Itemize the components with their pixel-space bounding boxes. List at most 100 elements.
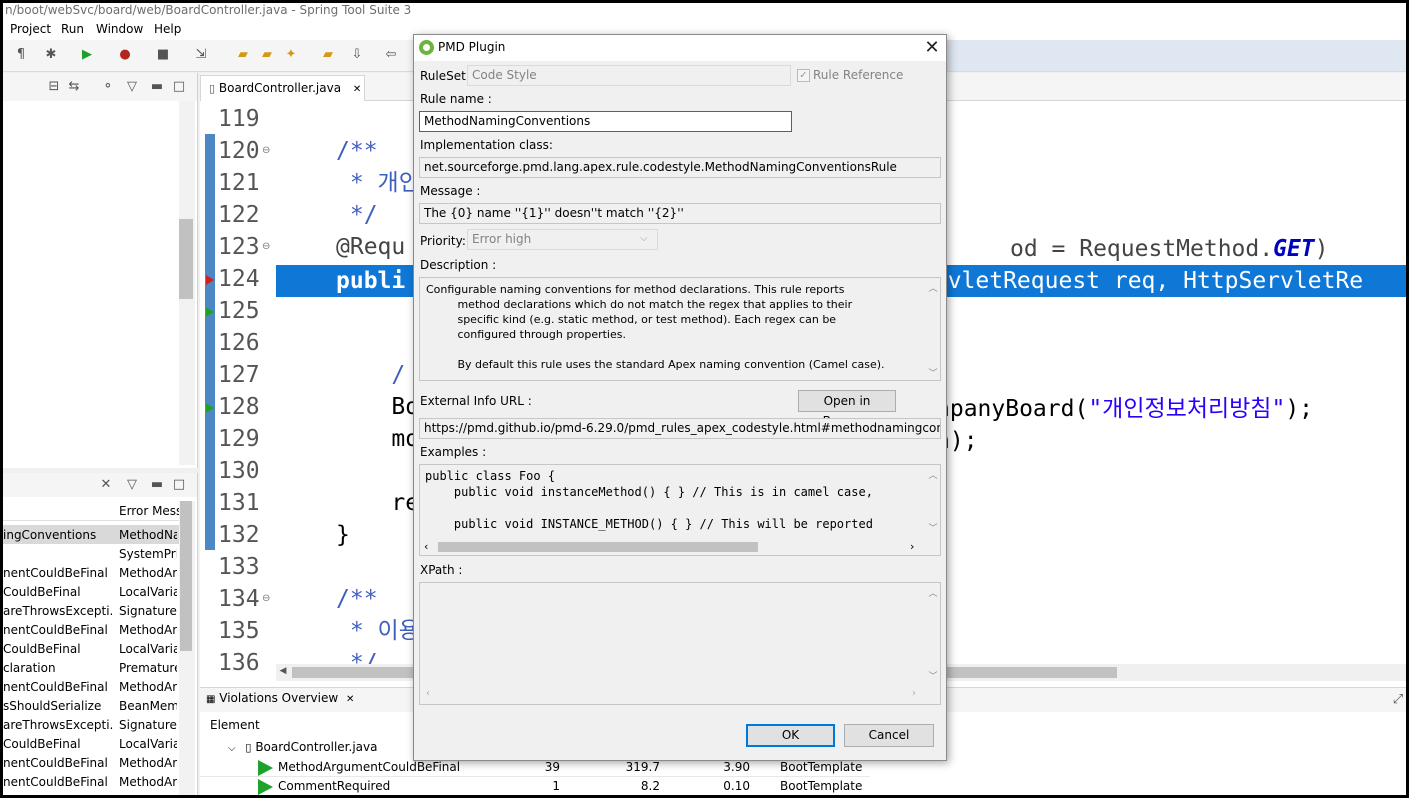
- list-item[interactable]: nentCouldBeFinal MethodArg: [3, 563, 179, 582]
- cell-project: BootTemplate: [780, 760, 863, 774]
- list-item[interactable]: areThrowsExcepti... SignatureD: [3, 601, 179, 620]
- menu-help[interactable]: Help: [154, 22, 181, 36]
- close-icon[interactable]: ✕: [346, 694, 354, 705]
- scroll-left-icon[interactable]: ‹: [424, 540, 428, 553]
- list-item[interactable]: nentCouldBeFinal MethodArg: [3, 620, 179, 639]
- scroll-right-icon[interactable]: ›: [910, 540, 914, 553]
- fold-icon[interactable]: ⊖: [262, 593, 270, 604]
- description-label: Description :: [420, 258, 497, 272]
- rule-name: CouldBeFinal: [3, 737, 81, 751]
- deploy-icon[interactable]: ⇲: [193, 47, 209, 63]
- run-marker-icon[interactable]: [206, 307, 214, 317]
- line-number: 127: [218, 362, 260, 388]
- scroll-down-icon[interactable]: ﹀: [926, 366, 940, 379]
- scroll-left-icon[interactable]: ‹: [426, 688, 430, 699]
- message-field[interactable]: The {0} name ''{1}'' doesn''t match ''{2…: [419, 203, 941, 224]
- scroll-down-icon[interactable]: ﹀: [926, 669, 940, 682]
- error-message: LocalVaria: [119, 585, 177, 599]
- list-item[interactable]: nentCouldBeFinal MethodArg: [3, 753, 179, 772]
- open-type-icon[interactable]: ▰: [320, 47, 336, 63]
- run-marker-icon[interactable]: [206, 403, 214, 413]
- back-icon[interactable]: ⇦: [383, 47, 399, 63]
- examples-horizontal-scrollbar[interactable]: ‹ ›: [420, 539, 940, 555]
- ok-button[interactable]: OK: [746, 724, 835, 747]
- list-item[interactable]: claration Premature: [3, 658, 179, 677]
- pilcrow-icon[interactable]: ¶: [13, 47, 29, 63]
- chevron-down-icon[interactable]: ⌵: [228, 743, 236, 754]
- external-info-url-field[interactable]: https://pmd.github.io/pmd-6.29.0/pmd_rul…: [419, 418, 941, 439]
- run-icon[interactable]: ▶: [79, 47, 95, 63]
- menu-window[interactable]: Window: [96, 22, 143, 36]
- description-area[interactable]: Configurable naming conventions for meth…: [419, 277, 941, 381]
- tree-item-file[interactable]: ⌵ ▯ BoardController.java: [228, 740, 377, 754]
- rule-name-label: Rule name :: [420, 92, 492, 106]
- table-row[interactable]: CommentRequired 1 8.2 0.10 BootTemplate: [200, 777, 870, 795]
- next-annotation-icon[interactable]: ⇩: [349, 47, 365, 63]
- run-tools-icon[interactable]: ●: [117, 47, 133, 63]
- stop-icon[interactable]: ■: [155, 47, 171, 63]
- open-in-browser-button[interactable]: Open in Browser: [798, 390, 896, 428]
- minimize-icon[interactable]: ▬: [149, 79, 165, 95]
- code-line: @Requ: [336, 234, 406, 260]
- line-number: 123: [218, 234, 260, 260]
- implementation-class-field[interactable]: net.sourceforge.pmd.lang.apex.rule.codes…: [419, 157, 941, 178]
- package-explorer-scrollbar[interactable]: [179, 101, 195, 465]
- list-item[interactable]: nentCouldBeFinal MethodArg: [3, 677, 179, 696]
- new-package-icon[interactable]: ▰: [235, 47, 251, 63]
- rule-name-input[interactable]: MethodNamingConventions: [419, 111, 792, 132]
- examples-area[interactable]: public class Foo { public void instanceM…: [419, 464, 941, 556]
- minimize-icon[interactable]: ▬: [149, 477, 165, 493]
- scroll-up-icon[interactable]: ︿: [926, 468, 940, 481]
- dialog-title: PMD Plugin: [438, 40, 506, 54]
- view-menu-icon[interactable]: ▽: [124, 79, 140, 95]
- package-explorer-toolbar: ⊟ ⇆ ⚬ ▽ ▬ □: [3, 73, 197, 101]
- scroll-up-icon[interactable]: ︿: [926, 281, 940, 294]
- tab-boardcontroller[interactable]: ▯ BoardController.java ✕: [200, 75, 365, 101]
- filter-icon[interactable]: ⚬: [100, 79, 116, 95]
- collapse-all-icon[interactable]: ⊟: [46, 79, 62, 95]
- list-item[interactable]: CouldBeFinal LocalVaria: [3, 582, 179, 601]
- line-number: 130: [218, 458, 260, 484]
- list-item[interactable]: sShouldSerialize BeanMemb: [3, 696, 179, 715]
- java-file-icon: ▯: [209, 82, 216, 95]
- list-item[interactable]: CouldBeFinal LocalVaria: [3, 639, 179, 658]
- cancel-button[interactable]: Cancel: [844, 724, 934, 747]
- maximize-icon[interactable]: ⤢: [1390, 692, 1406, 708]
- debug-icon[interactable]: ✱: [43, 47, 59, 63]
- line-number: 120: [218, 138, 260, 164]
- wand-icon[interactable]: ✦: [283, 47, 299, 63]
- list-item[interactable]: CouldBeFinal LocalVaria: [3, 734, 179, 753]
- link-editor-icon[interactable]: ⇆: [66, 79, 82, 95]
- view-menu-icon[interactable]: ▽: [124, 477, 140, 493]
- cell-count: 39: [544, 760, 560, 774]
- maximize-icon[interactable]: □: [171, 79, 187, 95]
- fold-icon[interactable]: ⊖: [262, 241, 270, 252]
- scroll-right-icon[interactable]: ›: [912, 688, 916, 699]
- list-item[interactable]: ingConventions MethodNa: [3, 525, 179, 544]
- open-folder-icon[interactable]: ▰: [259, 47, 275, 63]
- menu-project[interactable]: Project: [10, 22, 51, 36]
- scroll-up-icon[interactable]: ︿: [926, 586, 940, 599]
- violations-list-scrollbar[interactable]: [179, 501, 195, 795]
- list-item[interactable]: nentCouldBeFinal MethodArg: [3, 772, 179, 791]
- example-line: public void instanceMethod() { } // This…: [425, 485, 873, 499]
- scroll-down-icon[interactable]: ﹀: [926, 521, 940, 534]
- maximize-icon[interactable]: □: [171, 477, 187, 493]
- column-header-error-message[interactable]: Error Mess: [119, 504, 182, 518]
- column-header-element[interactable]: Element: [210, 718, 260, 732]
- close-icon[interactable]: ✕: [921, 37, 943, 59]
- close-icon[interactable]: ✕: [98, 477, 114, 493]
- menu-run[interactable]: Run: [61, 22, 84, 36]
- close-icon[interactable]: ✕: [353, 84, 361, 95]
- scroll-left-icon[interactable]: ◀: [276, 666, 290, 676]
- code-line: * 이용: [336, 618, 420, 644]
- list-item[interactable]: areThrowsExcepti... SignatureD: [3, 715, 179, 734]
- fold-icon[interactable]: ⊖: [262, 145, 270, 156]
- error-marker-icon[interactable]: [206, 275, 214, 285]
- xpath-area[interactable]: ︿ ﹀ ‹ ›: [419, 582, 941, 705]
- tab-label: BoardController.java: [218, 81, 342, 95]
- scrollbar-thumb[interactable]: [438, 542, 758, 552]
- cell-project: BootTemplate: [780, 779, 863, 793]
- tab-violations-overview[interactable]: ▦ Violations Overview ✕: [206, 691, 354, 705]
- list-item[interactable]: SystemPrir: [3, 544, 179, 563]
